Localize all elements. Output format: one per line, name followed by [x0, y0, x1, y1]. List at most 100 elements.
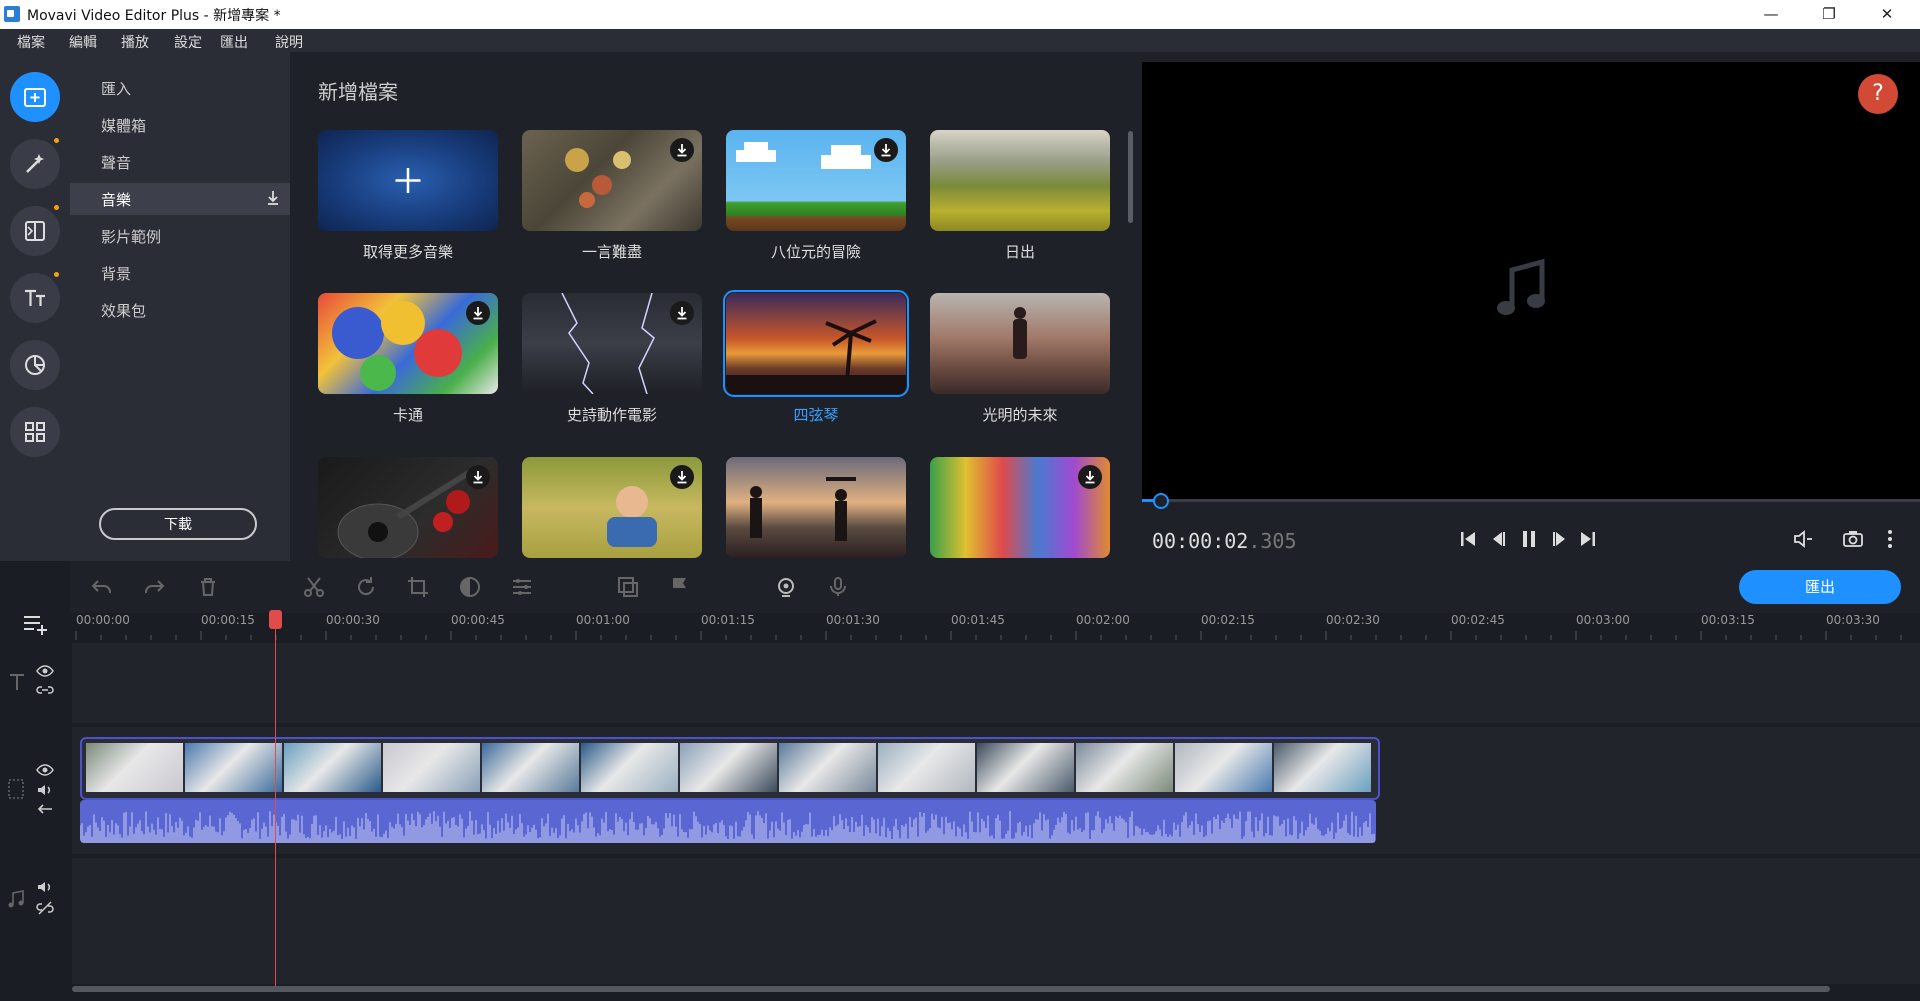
audio-track[interactable]	[72, 858, 1920, 984]
music-tile-selected[interactable]	[723, 290, 909, 397]
import-tool-button[interactable]	[10, 72, 60, 122]
download-badge-icon[interactable]	[670, 465, 694, 489]
seek-handle[interactable]	[1153, 493, 1169, 509]
download-badge-icon[interactable]	[874, 138, 898, 162]
window-title: Movavi Video Editor Plus - 新增專案 *	[27, 8, 281, 24]
snapshot-camera-icon[interactable]	[1842, 529, 1864, 549]
visibility-eye-icon[interactable]	[36, 665, 54, 677]
help-button[interactable]: ?	[1858, 74, 1898, 114]
skip-to-end-icon[interactable]	[1578, 529, 1598, 549]
download-badge-icon[interactable]	[466, 465, 490, 489]
clip-thumbnail	[680, 743, 777, 792]
timeline-horizontal-scrollbar[interactable]	[72, 986, 1830, 992]
download-badge-icon[interactable]	[670, 138, 694, 162]
titles-tool-button[interactable]	[10, 273, 60, 323]
palm-sunset-thumbnail	[726, 319, 906, 394]
category-effect-packs[interactable]: 效果包	[70, 294, 290, 326]
music-tile[interactable]	[930, 130, 1110, 231]
crop-icon[interactable]	[406, 575, 430, 599]
music-tile[interactable]	[726, 130, 906, 231]
music-tile[interactable]	[522, 457, 702, 558]
transitions-tool-button[interactable]	[10, 206, 60, 256]
notification-dot	[54, 138, 59, 143]
clip-thumbnail	[878, 743, 975, 792]
download-badge-icon[interactable]	[1078, 465, 1102, 489]
link-icon[interactable]	[36, 684, 54, 696]
content-scrollbar[interactable]	[1128, 131, 1133, 223]
color-adjust-icon[interactable]	[458, 575, 482, 599]
minimize-button[interactable]: —	[1742, 0, 1800, 29]
export-button[interactable]: 匯出	[1739, 570, 1901, 604]
music-tile[interactable]	[930, 457, 1110, 558]
menu-file[interactable]: 檔案	[17, 32, 45, 52]
playhead-line	[275, 611, 276, 986]
menu-playback[interactable]: 播放	[121, 32, 149, 52]
clip-thumbnail	[581, 743, 678, 792]
download-button[interactable]: 下載	[99, 508, 257, 540]
arrow-left-icon[interactable]	[36, 803, 54, 815]
music-tile[interactable]	[522, 130, 702, 231]
volume-icon[interactable]	[1792, 529, 1814, 549]
redo-icon[interactable]	[142, 575, 166, 599]
category-music[interactable]: 音樂	[70, 183, 290, 215]
ruler-tick: 00:01:15	[701, 613, 755, 627]
tile-label: 八位元的冒險	[770, 243, 861, 261]
tile-label: 一言難盡	[581, 243, 642, 261]
microphone-icon[interactable]	[826, 575, 850, 599]
category-backgrounds[interactable]: 背景	[70, 257, 290, 289]
menu-edit[interactable]: 編輯	[69, 32, 97, 52]
music-tile[interactable]	[318, 457, 498, 558]
notification-dot	[54, 205, 59, 210]
restore-button[interactable]: ❐	[1800, 0, 1858, 29]
preview-player[interactable]	[1142, 62, 1920, 499]
category-sounds[interactable]: 聲音	[70, 146, 290, 178]
clip-properties-icon[interactable]	[510, 575, 534, 599]
menu-settings[interactable]: 設定	[174, 32, 202, 52]
person-silhouette-thumbnail	[1013, 307, 1027, 359]
music-tile[interactable]	[930, 293, 1110, 394]
category-media-bin[interactable]: 媒體箱	[70, 109, 290, 141]
close-button[interactable]: ✕	[1858, 0, 1916, 29]
undo-icon[interactable]	[90, 575, 114, 599]
download-badge-icon[interactable]	[670, 301, 694, 325]
menu-help[interactable]: 說明	[275, 32, 303, 52]
download-badge-icon[interactable]	[466, 301, 490, 325]
unlink-icon[interactable]	[36, 901, 54, 915]
speaker-icon[interactable]	[36, 783, 54, 797]
seek-bar[interactable]	[1142, 499, 1920, 502]
category-video-samples[interactable]: 影片範例	[70, 220, 290, 252]
timeline-ruler[interactable]: 00:00:00 00:00:15 00:00:30 00:00:45 00:0…	[0, 613, 1920, 640]
category-panel: 匯入 媒體箱 聲音 音樂 影片範例 背景 效果包	[70, 52, 290, 561]
more-options-icon[interactable]	[1886, 529, 1894, 549]
stickers-tool-button[interactable]	[10, 340, 60, 390]
clip-thumbnail	[779, 743, 876, 792]
category-import[interactable]: 匯入	[70, 72, 290, 104]
webcam-icon[interactable]	[774, 575, 798, 599]
overlay-icon[interactable]	[616, 575, 640, 599]
speaker-icon[interactable]	[36, 880, 54, 894]
pause-icon[interactable]	[1519, 529, 1539, 549]
menu-export[interactable]: 匯出	[220, 32, 248, 52]
marker-flag-icon[interactable]	[668, 575, 692, 599]
music-tile[interactable]	[318, 293, 498, 394]
filters-tool-button[interactable]	[10, 139, 60, 189]
title-track[interactable]	[72, 643, 1920, 723]
music-track-icon	[8, 890, 24, 908]
more-tools-button[interactable]	[10, 407, 60, 457]
visibility-eye-icon[interactable]	[36, 764, 54, 776]
next-frame-icon[interactable]	[1550, 529, 1570, 549]
cut-icon[interactable]	[302, 575, 326, 599]
tile-label-selected: 四弦琴	[793, 406, 839, 424]
add-track-icon[interactable]	[22, 613, 50, 637]
get-more-music-tile[interactable]	[318, 130, 498, 231]
music-tile[interactable]	[726, 457, 906, 558]
skip-to-start-icon[interactable]	[1458, 529, 1478, 549]
previous-frame-icon[interactable]	[1488, 529, 1508, 549]
delete-icon[interactable]	[196, 575, 220, 599]
playhead-handle[interactable]	[269, 610, 282, 629]
ruler-tick: 00:02:00	[1076, 613, 1130, 627]
rotate-icon[interactable]	[354, 575, 378, 599]
titles-icon	[25, 289, 45, 306]
music-tile[interactable]	[522, 293, 702, 394]
ruler-tick: 00:03:00	[1576, 613, 1630, 627]
